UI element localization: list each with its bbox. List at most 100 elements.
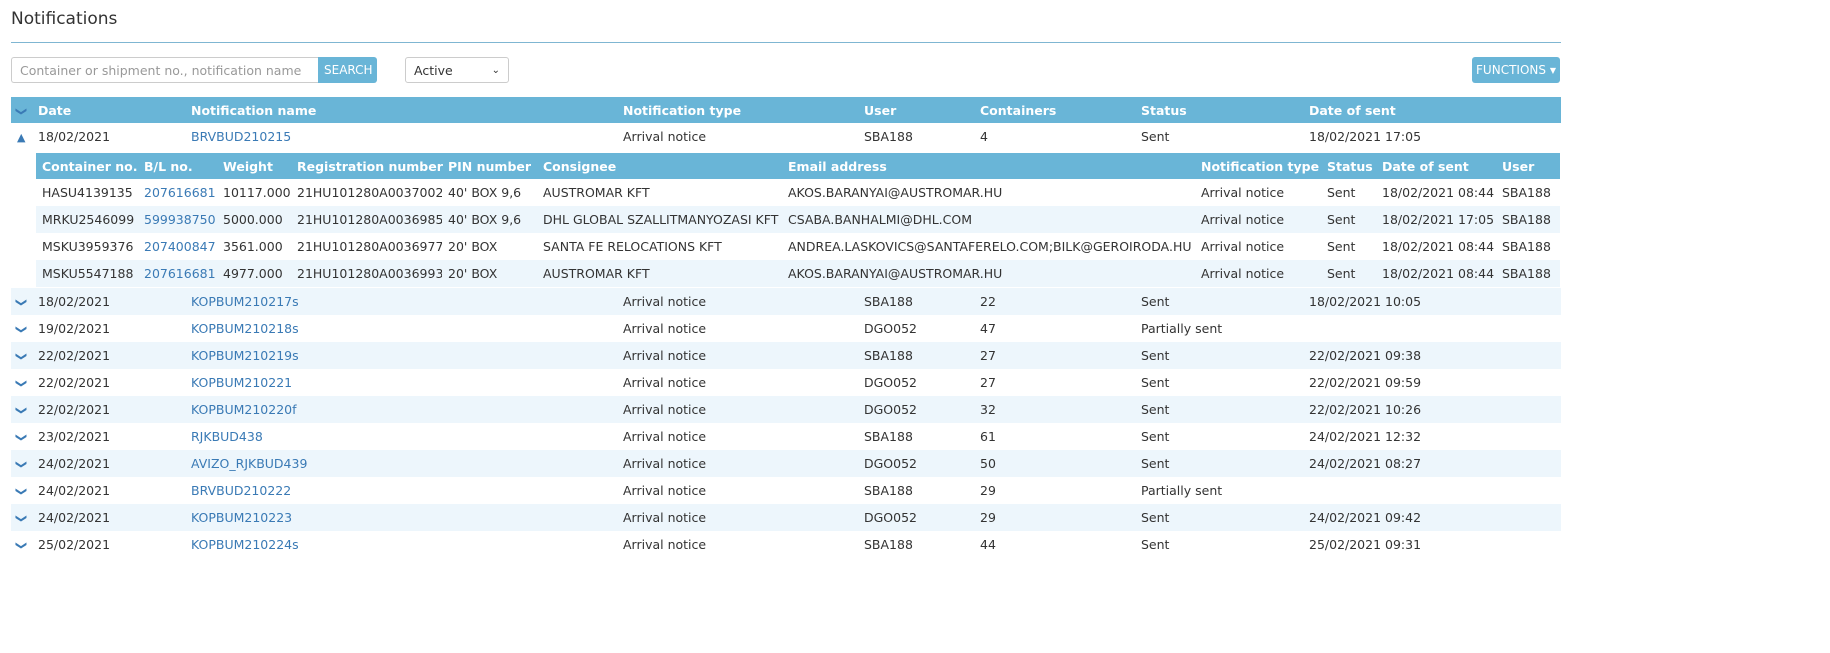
status-filter-select[interactable]: Active ⌄ [405, 57, 509, 83]
column-header-sent[interactable]: Date of sent [1303, 97, 1561, 123]
table-row-expanded[interactable]: ▲ 18/02/2021 BRVBUD210215 Arrival notice… [11, 123, 1561, 150]
column-header-containers[interactable]: Containers [974, 97, 1135, 123]
cell-type: Arrival notice [617, 504, 858, 531]
chevron-down-icon: ❯ [15, 513, 29, 524]
cell-pin: 40' BOX 9,6 [448, 185, 522, 200]
cell-status: Sent [1135, 342, 1303, 369]
cell-w: 5000.000 [217, 206, 291, 233]
table-row[interactable]: ❯ 19/02/2021 KOPBUM210218s Arrival notice DG… [11, 315, 1561, 342]
expand-toggle[interactable]: ❯ [11, 477, 32, 504]
expand-toggle[interactable]: ❯ [11, 450, 32, 477]
notification-link[interactable]: BRVBUD210222 [191, 483, 291, 498]
subcolumn-header[interactable]: Consignee [537, 153, 782, 179]
cell-cons: SANTA FE RELOCATIONS KFT [543, 239, 722, 254]
column-header-name[interactable]: Notification name [185, 97, 617, 123]
expand-toggle[interactable]: ❯ [11, 342, 32, 369]
cell-containers: 4 [980, 129, 988, 144]
cell-sent: 18/02/2021 08:44 [1382, 185, 1495, 200]
functions-button[interactable]: FUNCTIONS ▼ [1472, 57, 1560, 83]
table-row[interactable]: ❯ 23/02/2021 RJKBUD438 Arrival notice SBA188… [11, 423, 1561, 450]
chevron-down-icon: ⌄ [491, 64, 500, 76]
expand-toggle[interactable]: ❯ [11, 369, 32, 396]
notification-link[interactable]: KOPBUM210221 [191, 375, 292, 390]
cell-date: 24/02/2021 [38, 483, 111, 498]
notification-link[interactable]: KOPBUM210219s [191, 348, 299, 363]
table-row[interactable]: ❯ 22/02/2021 KOPBUM210221 Arrival notice DGO… [11, 369, 1561, 396]
cell-sent: 24/02/2021 08:27 [1303, 450, 1561, 477]
notification-link[interactable]: KOPBUM210224s [191, 537, 299, 552]
cell-sent: 22/02/2021 09:59 [1309, 375, 1422, 390]
notification-link[interactable]: AVIZO_RJKBUD439 [191, 456, 307, 471]
bl-link[interactable]: 599938750 [144, 212, 216, 227]
collapse-toggle[interactable]: ▲ [11, 123, 32, 150]
subcolumn-header[interactable]: PIN number [442, 153, 537, 179]
cell-user: DGO052 [864, 321, 918, 336]
table-row[interactable]: ❯ 18/02/2021 KOPBUM210217s Arrival notice SB… [11, 288, 1561, 315]
table-row[interactable]: ❯ 25/02/2021 KOPBUM210224s Arrival notice SB… [11, 531, 1561, 558]
cell-status: Sent [1135, 288, 1303, 315]
expand-toggle[interactable]: ❯ [11, 396, 32, 423]
subcolumn-header[interactable]: Status [1321, 153, 1376, 179]
cell-bl: 207616681 [138, 179, 217, 206]
table-row[interactable]: ❯ 24/02/2021 BRVBUD210222 Arrival notice SBA… [11, 477, 1561, 504]
subcolumn-header[interactable]: Weight [217, 153, 291, 179]
cell-date: 18/02/2021 [38, 129, 111, 144]
cell-name: KOPBUM210219s [185, 342, 617, 369]
subcolumn-header[interactable]: Registration number [291, 153, 443, 179]
cell-user: DGO052 [858, 504, 974, 531]
cell-user: SBA188 [858, 342, 974, 369]
chevron-down-icon: ❯ [15, 378, 29, 389]
cell-pin: 20' BOX [442, 260, 537, 287]
notification-link[interactable]: BRVBUD210215 [191, 129, 291, 144]
cell-user: DGO052 [864, 375, 918, 390]
cell-containers: 61 [980, 429, 996, 444]
column-header-date[interactable]: Date [32, 97, 185, 123]
notification-link[interactable]: KOPBUM210218s [191, 321, 299, 336]
functions-label: FUNCTIONS [1476, 63, 1546, 77]
expand-toggle[interactable]: ❯ [11, 531, 32, 558]
search-button[interactable]: SEARCH [318, 57, 377, 83]
subcolumn-header[interactable]: Notification type [1195, 153, 1321, 179]
expand-toggle[interactable]: ❯ [11, 315, 32, 342]
subcolumn-header[interactable]: User [1496, 153, 1560, 179]
notification-link[interactable]: KOPBUM210217s [191, 294, 299, 309]
chevron-up-icon: ▲ [17, 131, 26, 144]
cell-sent: 18/02/2021 17:05 [1376, 206, 1496, 233]
bl-link[interactable]: 207616681 [144, 266, 216, 281]
subcolumn-header[interactable]: Container no. [36, 153, 138, 179]
expand-all-toggle[interactable]: ❯ [11, 97, 32, 123]
bl-link[interactable]: 207400847 [144, 239, 216, 254]
cell-name: AVIZO_RJKBUD439 [185, 450, 617, 477]
table-row[interactable]: ❯ 22/02/2021 KOPBUM210220f Arrival notice DG… [11, 396, 1561, 423]
cell-email: CSABA.BANHALMI@DHL.COM [782, 206, 1195, 233]
chevron-down-icon: ❯ [15, 351, 29, 362]
table-row[interactable]: ❯ 22/02/2021 KOPBUM210219s Arrival notice SB… [11, 342, 1561, 369]
notification-link[interactable]: KOPBUM210220f [191, 402, 297, 417]
expand-toggle[interactable]: ❯ [11, 288, 32, 315]
cell-date: 22/02/2021 [38, 375, 111, 390]
notification-link[interactable]: KOPBUM210223 [191, 510, 292, 525]
column-header-status[interactable]: Status [1135, 97, 1303, 123]
cell-status: Sent [1141, 129, 1170, 144]
search-input[interactable] [11, 57, 334, 83]
cell-type: Arrival notice [623, 375, 707, 390]
subcolumn-header[interactable]: Date of sent [1376, 153, 1496, 179]
cell-type: Arrival notice [623, 321, 707, 336]
notification-link[interactable]: RJKBUD438 [191, 429, 263, 444]
bl-link[interactable]: 207616681 [144, 185, 216, 200]
cell-user: DGO052 [858, 450, 974, 477]
column-header-user[interactable]: User [858, 97, 974, 123]
table-row[interactable]: ❯ 24/02/2021 AVIZO_RJKBUD439 Arrival notice… [11, 450, 1561, 477]
expand-toggle[interactable]: ❯ [11, 504, 32, 531]
subcolumn-header[interactable]: B/L no. [138, 153, 217, 179]
table-row[interactable]: ❯ 24/02/2021 KOPBUM210223 Arrival notice DGO… [11, 504, 1561, 531]
container-row: HASU4139135 207616681 10117.000 21HU101280A… [36, 179, 1560, 206]
container-row: MSKU3959376 207400847 3561.000 21HU101280A0… [36, 233, 1560, 260]
chevron-down-icon: ❯ [15, 540, 29, 551]
cell-containers: 47 [980, 321, 996, 336]
cell-c: HASU4139135 [42, 185, 133, 200]
cell-type: Arrival notice [1201, 239, 1285, 254]
subcolumn-header[interactable]: Email address [782, 153, 1195, 179]
column-header-type[interactable]: Notification type [617, 97, 858, 123]
expand-toggle[interactable]: ❯ [11, 423, 32, 450]
